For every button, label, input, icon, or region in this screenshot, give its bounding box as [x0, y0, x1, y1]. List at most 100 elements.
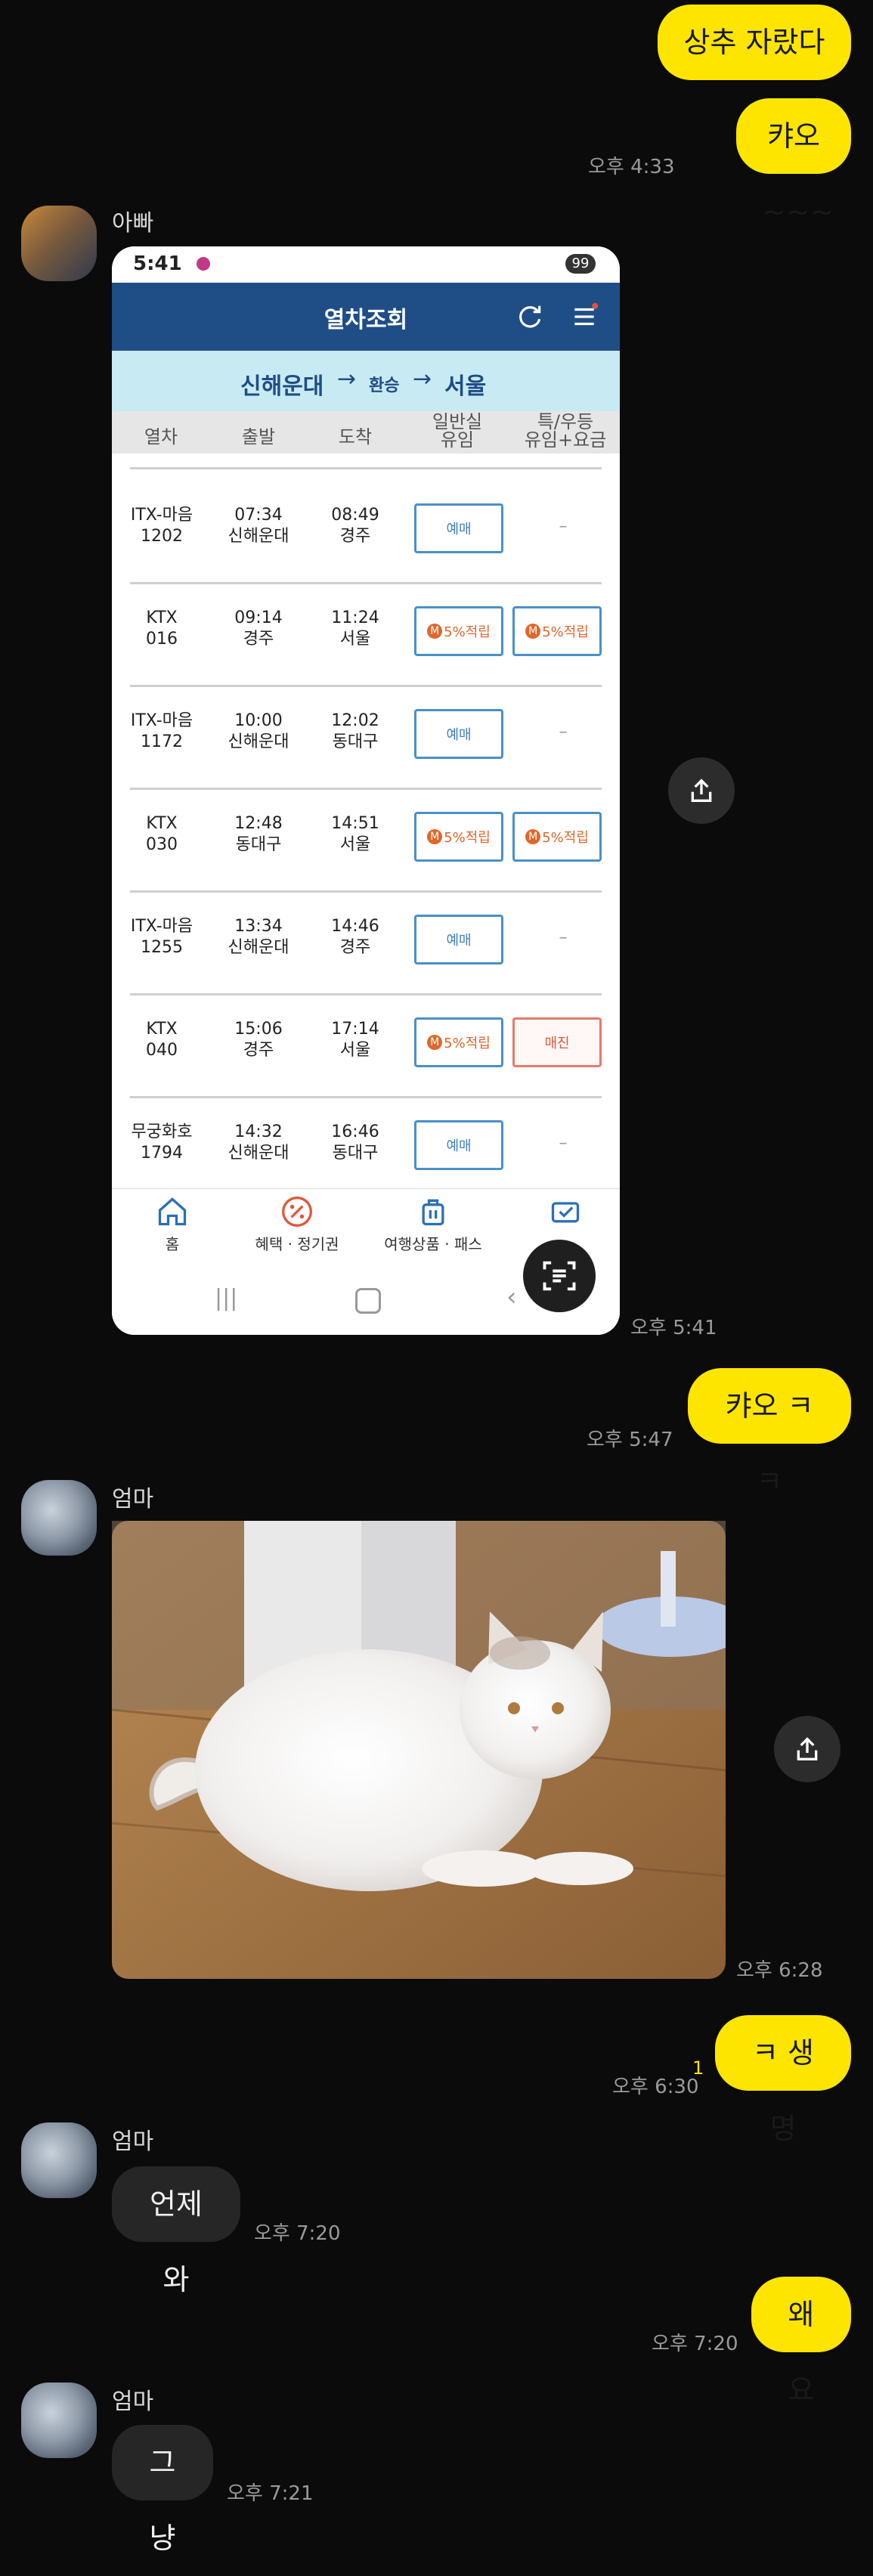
message-text: 캬오 ㅋㅋ: [725, 1389, 814, 1498]
button-label: 5%적립: [444, 624, 491, 640]
avatar[interactable]: [21, 2122, 97, 2198]
arrival-station: 동대구: [332, 1144, 379, 1163]
arrival-station: 서울: [339, 835, 371, 854]
back-icon[interactable]: ‹: [506, 1282, 517, 1312]
departure-time: 14:32: [234, 1122, 283, 1141]
nav-label: 여행상품 · 패스: [384, 1235, 482, 1253]
reserve-button[interactable]: 예매: [414, 915, 503, 964]
message-text: 상추 자랐다: [683, 26, 825, 59]
nav-label: 혜택 · 정기권: [255, 1235, 339, 1253]
reserve-button[interactable]: 예매: [414, 1120, 503, 1170]
message-time: 오후 7:21: [227, 2482, 314, 2505]
departure-time: 12:48: [234, 814, 283, 833]
message-time: 오후 6:28: [736, 1959, 823, 1982]
message-text: ㅋ 생명: [752, 2036, 814, 2145]
col-departure: 출발: [241, 426, 276, 447]
route-from: 신해운대: [240, 373, 324, 400]
button-label: 예매: [446, 522, 472, 537]
points-button[interactable]: M 5%적립: [414, 606, 503, 656]
train-row[interactable]: ITX-마음 1202 07:34 신해운대 08:49 경주 예매 –: [112, 476, 620, 579]
points-button[interactable]: M 5%적립: [512, 812, 602, 862]
train-row[interactable]: ITX-마음 1255 13:34 신해운대 14:46 경주 예매 –: [112, 887, 620, 990]
text-scan-button[interactable]: [523, 1240, 596, 1312]
arrival-station: 경주: [339, 527, 371, 546]
share-icon: [691, 779, 712, 802]
points-button[interactable]: M 5%적립: [414, 812, 503, 862]
nav-home[interactable]: 홈: [142, 1195, 203, 1254]
arrival-station: 동대구: [332, 732, 379, 751]
refresh-icon[interactable]: [515, 302, 544, 331]
message-bubble[interactable]: 캬오 ㅋㅋ: [688, 1368, 851, 1498]
points-button[interactable]: M 5%적립: [414, 1017, 503, 1067]
points-button[interactable]: M 5%적립: [512, 606, 602, 656]
avatar[interactable]: [21, 206, 97, 281]
status-time: 5:41: [133, 252, 182, 275]
message-bubble[interactable]: 캬오~~~: [736, 98, 851, 228]
train-number: 1202: [141, 527, 183, 546]
avatar[interactable]: [21, 1480, 97, 1556]
phone-status-bar: 5:41 99: [112, 246, 620, 283]
home-button-icon[interactable]: [355, 1288, 381, 1314]
train-row[interactable]: KTX 016 09:14 경주 11:24 서울 M 5%적립 M 5%적립: [112, 579, 620, 682]
arrival-time: 14:46: [331, 917, 379, 936]
departure-time: 09:14: [234, 608, 283, 627]
train-number: 1172: [141, 732, 183, 751]
arrow-right-icon: →: [337, 366, 357, 392]
sender-name: 엄마: [112, 1486, 154, 1512]
train-name: KTX: [146, 1020, 178, 1039]
avatar[interactable]: [21, 2382, 97, 2458]
button-label: 5%적립: [542, 624, 589, 640]
column-headers: 열차 출발 도착 일반실 유임 특/우등 유임+요금: [112, 411, 620, 454]
train-row[interactable]: KTX 030 12:48 동대구 14:51 서울 M 5%적립 M 5%적립: [112, 785, 620, 887]
message-time: 오후 5:47: [587, 1429, 673, 1451]
arrival-time: 08:49: [331, 506, 379, 525]
membership-badge-icon: M: [427, 829, 443, 844]
nav-travel[interactable]: 여행상품 · 패스: [369, 1195, 497, 1254]
sold-out-button[interactable]: 매진: [512, 1017, 602, 1067]
reserve-button[interactable]: 예매: [414, 709, 503, 759]
train-number: 040: [146, 1041, 178, 1060]
train-number: 030: [146, 835, 178, 854]
reserve-button[interactable]: 예매: [414, 503, 503, 553]
train-name: 무궁화호: [131, 1122, 193, 1141]
message-time: 오후 5:41: [630, 1317, 717, 1339]
cat-photo-image[interactable]: [112, 1521, 726, 1979]
message-text: 그냥: [149, 2446, 176, 2555]
departure-station: 신해운대: [228, 732, 289, 751]
nav-ticket[interactable]: [535, 1195, 596, 1232]
departure-station: 신해운대: [228, 527, 289, 546]
message-text: 왜요: [788, 2298, 815, 2407]
unavailable-mark: –: [559, 723, 568, 742]
message-bubble[interactable]: ㅋ 생명: [715, 2015, 851, 2145]
home-icon: [158, 1197, 187, 1226]
menu-icon[interactable]: [570, 302, 599, 331]
train-name: KTX: [146, 608, 178, 627]
button-label: 예매: [446, 1138, 472, 1154]
train-screenshot-image[interactable]: 5:41 99 열차조회 신해운대 → 환승 → 서울 열차 출발 도착 일반실…: [112, 246, 620, 1335]
message-bubble[interactable]: 상추 자랐다: [658, 5, 851, 80]
message-time: 오후 4:33: [588, 156, 675, 178]
percent-icon: [282, 1197, 312, 1227]
train-name: ITX-마음: [130, 506, 193, 525]
arrival-time: 12:02: [331, 711, 379, 730]
message-bubble[interactable]: 그냥: [112, 2425, 213, 2555]
nav-label: 홈: [165, 1235, 180, 1253]
button-label: 5%적립: [542, 830, 589, 846]
message-bubble[interactable]: 왜요: [751, 2277, 851, 2407]
nav-benefit[interactable]: 혜택 · 정기권: [240, 1195, 354, 1254]
message-text: 캬오~~~: [762, 119, 834, 228]
share-button[interactable]: [774, 1716, 840, 1782]
departure-station: 경주: [243, 1041, 274, 1060]
share-button[interactable]: [668, 757, 735, 824]
train-row[interactable]: ITX-마음 1172 10:00 신해운대 12:02 동대구 예매 –: [112, 682, 620, 785]
unavailable-mark: –: [559, 928, 568, 947]
departure-station: 경주: [243, 630, 274, 649]
message-time: 오후 7:20: [254, 2222, 341, 2245]
col-train: 열차: [144, 426, 178, 447]
recent-apps-icon[interactable]: |||: [215, 1285, 237, 1311]
message-bubble[interactable]: 언제와: [112, 2166, 240, 2296]
train-row[interactable]: 무궁화호 1794 14:32 신해운대 16:46 동대구 예매 –: [112, 1093, 620, 1196]
membership-badge-icon: M: [427, 624, 443, 639]
train-row[interactable]: KTX 040 15:06 경주 17:14 서울 M 5%적립 매진: [112, 990, 620, 1093]
train-name: KTX: [146, 814, 178, 833]
